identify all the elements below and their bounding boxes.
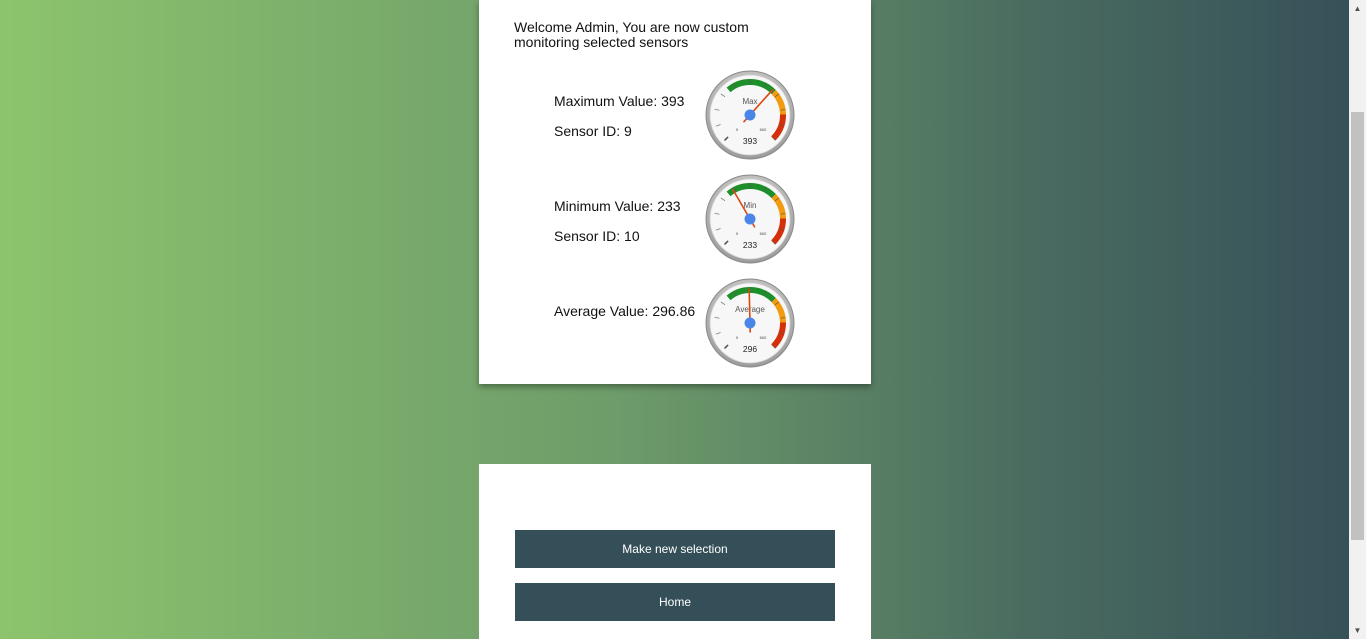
average-value-label: Average Value: 296.86 — [554, 303, 696, 319]
gauge-value-readout: 296 — [743, 344, 757, 354]
make-new-selection-button[interactable]: Make new selection — [515, 530, 835, 568]
welcome-message: Welcome Admin, You are now custom monito… — [514, 19, 749, 50]
max-value-label: Maximum Value: 393 — [554, 93, 685, 109]
average-gauge: 0600Average296 — [705, 278, 795, 368]
actions-card: Make new selection Home — [479, 464, 871, 639]
sensor-summary-card: Welcome Admin, You are now custom monito… — [479, 0, 871, 384]
gauge-hub — [744, 109, 756, 121]
gauge-title: Max — [742, 97, 757, 106]
gauge-hub — [744, 213, 756, 225]
min-value-label: Minimum Value: 233 — [554, 198, 681, 214]
gauge-max-tick-label: 600 — [760, 231, 767, 236]
scroll-down-arrow-icon[interactable]: ▼ — [1349, 622, 1366, 639]
gauge-value-readout: 393 — [743, 136, 757, 146]
vertical-scrollbar[interactable]: ▲ ▼ — [1349, 0, 1366, 639]
gauge-max-tick-label: 600 — [760, 335, 767, 340]
gauge-title: Min — [744, 201, 757, 210]
gauge-value-readout: 233 — [743, 240, 757, 250]
gauge-hub — [744, 317, 756, 329]
scrollbar-thumb[interactable] — [1351, 112, 1364, 540]
min-sensor-id-label: Sensor ID: 10 — [554, 228, 640, 244]
home-button[interactable]: Home — [515, 583, 835, 621]
scroll-up-arrow-icon[interactable]: ▲ — [1349, 0, 1366, 17]
min-gauge: 0 600Min233 — [705, 174, 795, 264]
max-sensor-id-label: Sensor ID: 9 — [554, 123, 632, 139]
max-gauge: 0 600Max393 — [705, 70, 795, 160]
gauge-max-tick-label: 600 — [760, 127, 767, 132]
